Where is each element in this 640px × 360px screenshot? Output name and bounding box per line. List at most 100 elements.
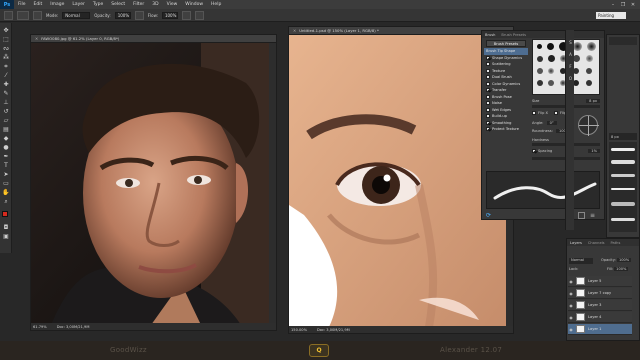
layer-blend-mode-select[interactable]: Normal: [569, 258, 593, 264]
menu-filter[interactable]: Filter: [129, 2, 148, 7]
pressure-opacity-icon[interactable]: [134, 10, 144, 20]
close-document-icon[interactable]: ✕: [293, 28, 296, 33]
menu-select[interactable]: Select: [107, 2, 129, 7]
brush-tool-icon[interactable]: ✎: [2, 90, 10, 97]
menu-help[interactable]: Help: [207, 2, 225, 7]
layer-fill-input[interactable]: 100%: [614, 267, 629, 271]
refresh-icon[interactable]: ⟳: [486, 212, 493, 219]
brush-setting-checkbox[interactable]: [486, 81, 490, 86]
preset-size-input[interactable]: 8 px: [609, 133, 637, 140]
tab-brush-presets[interactable]: Brush Presets: [498, 33, 529, 37]
crop-tool-icon[interactable]: ⌗: [2, 63, 10, 70]
tab-channels[interactable]: Channels: [585, 241, 608, 245]
maximize-icon[interactable]: ❐: [618, 0, 628, 9]
clone-stamp-tool-icon[interactable]: ⊥: [2, 99, 10, 106]
dodge-tool-icon[interactable]: ●: [2, 144, 10, 151]
brush-setting-checkbox[interactable]: [486, 68, 490, 73]
pen-tool-icon[interactable]: ✒: [2, 153, 10, 160]
healing-tool-icon[interactable]: ✚: [2, 81, 10, 88]
angle-roundness-dial[interactable]: [578, 115, 599, 136]
layer-row[interactable]: ◉ Layer 4: [568, 312, 632, 323]
brush-size-input[interactable]: 8 px: [586, 98, 600, 103]
close-icon[interactable]: ✕: [628, 0, 638, 9]
brush-panel-toggle-icon[interactable]: [33, 10, 42, 20]
brush-size-picker[interactable]: [17, 10, 29, 20]
menu-layer[interactable]: Layer: [68, 2, 89, 7]
layer-row[interactable]: ◉ Layer 7 copy: [568, 288, 632, 299]
menu-type[interactable]: Type: [89, 2, 107, 7]
menu-3d[interactable]: 3D: [148, 2, 162, 7]
brush-setting-checkbox[interactable]: [486, 101, 490, 106]
center-badge[interactable]: Q: [309, 344, 329, 357]
brush-setting-checkbox[interactable]: [486, 75, 490, 80]
tab-layers[interactable]: Layers: [567, 241, 585, 245]
layer-row[interactable]: ◉ Layer 3: [568, 300, 632, 311]
panel-icon-f[interactable]: F: [567, 64, 574, 71]
quick-select-tool-icon[interactable]: ⁂: [2, 54, 10, 61]
angle-input[interactable]: 0°: [546, 121, 557, 125]
tab-paths[interactable]: Paths: [608, 241, 624, 245]
brush-tool-preset-icon[interactable]: [4, 10, 13, 20]
visibility-eye-icon[interactable]: ◉: [568, 291, 574, 296]
visibility-eye-icon[interactable]: ◉: [568, 315, 574, 320]
eraser-tool-icon[interactable]: ▱: [2, 117, 10, 124]
screen-mode-icon[interactable]: ▣: [2, 233, 10, 240]
mode-select[interactable]: Normal: [62, 11, 91, 19]
new-brush-icon[interactable]: [578, 212, 585, 219]
path-select-tool-icon[interactable]: ➤: [2, 171, 10, 178]
move-tool-icon[interactable]: ✥: [2, 27, 10, 34]
brush-presets-button[interactable]: Brush Presets: [486, 40, 526, 47]
brush-setting-checkbox[interactable]: [486, 114, 490, 119]
history-brush-tool-icon[interactable]: ↺: [2, 108, 10, 115]
painting-canvas[interactable]: [289, 35, 513, 327]
spacing-checkbox[interactable]: Spacing: [532, 149, 552, 153]
brush-setting-checkbox[interactable]: [486, 88, 490, 93]
marquee-tool-icon[interactable]: ⬚: [2, 36, 10, 43]
photo-canvas[interactable]: [31, 43, 271, 325]
brush-setting-row[interactable]: Protect Texture: [484, 126, 528, 133]
visibility-eye-icon[interactable]: ◉: [568, 327, 574, 332]
document-tab-painting[interactable]: ✕ Untitled-1.psd @ 150% (Layer 1, RGB/8)…: [289, 27, 513, 35]
photo-zoom-level[interactable]: 61.79%: [33, 325, 47, 329]
layer-opacity-input[interactable]: 100%: [616, 258, 632, 262]
menu-file[interactable]: File: [14, 2, 30, 7]
layer-row[interactable]: ◉ Layer 5: [568, 276, 632, 287]
airbrush-icon[interactable]: [181, 10, 191, 20]
spacing-input[interactable]: 1%: [588, 149, 600, 153]
painting-zoom-level[interactable]: 150.00%: [291, 328, 307, 332]
foreground-color-swatch[interactable]: [2, 211, 8, 217]
eyedropper-tool-icon[interactable]: ⁄: [2, 72, 10, 79]
panel-icon-s[interactable]: S: [567, 40, 574, 47]
brush-setting-checkbox[interactable]: [486, 120, 490, 125]
opacity-input[interactable]: 100%: [114, 11, 131, 19]
menu-window[interactable]: Window: [181, 2, 207, 7]
zoom-tool-icon[interactable]: ⌕: [2, 198, 10, 205]
panel-icon-o[interactable]: O: [567, 76, 574, 83]
preset-stroke-list[interactable]: [609, 142, 637, 232]
brush-setting-checkbox[interactable]: [486, 127, 490, 132]
minimize-icon[interactable]: –: [608, 0, 618, 9]
pressure-size-icon[interactable]: [194, 10, 204, 20]
gradient-tool-icon[interactable]: ▤: [2, 126, 10, 133]
brush-setting-checkbox[interactable]: [486, 94, 490, 99]
menu-view[interactable]: View: [163, 2, 182, 7]
type-tool-icon[interactable]: T: [2, 162, 10, 169]
brush-setting-checkbox[interactable]: [486, 62, 490, 67]
visibility-eye-icon[interactable]: ◉: [568, 303, 574, 308]
workspace-select[interactable]: Painting: [596, 12, 626, 19]
lasso-tool-icon[interactable]: ᔓ: [2, 45, 10, 52]
brush-setting-checkbox[interactable]: [486, 55, 490, 60]
menu-image[interactable]: Image: [46, 2, 68, 7]
flip-x-checkbox[interactable]: Flip X: [532, 111, 548, 115]
blur-tool-icon[interactable]: ◆: [2, 135, 10, 142]
photo-vertical-scrollbar[interactable]: [269, 43, 276, 323]
close-document-icon[interactable]: ✕: [35, 36, 38, 41]
layer-row-selected[interactable]: ◉ Layer 1: [568, 324, 632, 335]
flow-input[interactable]: 100%: [161, 11, 178, 19]
brush-setting-checkbox[interactable]: [486, 107, 490, 112]
visibility-eye-icon[interactable]: ◉: [568, 279, 574, 284]
quick-mask-icon[interactable]: ◘: [2, 224, 10, 231]
hand-tool-icon[interactable]: ✋: [2, 189, 10, 196]
panel-menu-icon[interactable]: ≡: [590, 212, 597, 219]
shape-tool-icon[interactable]: ▭: [2, 180, 10, 187]
